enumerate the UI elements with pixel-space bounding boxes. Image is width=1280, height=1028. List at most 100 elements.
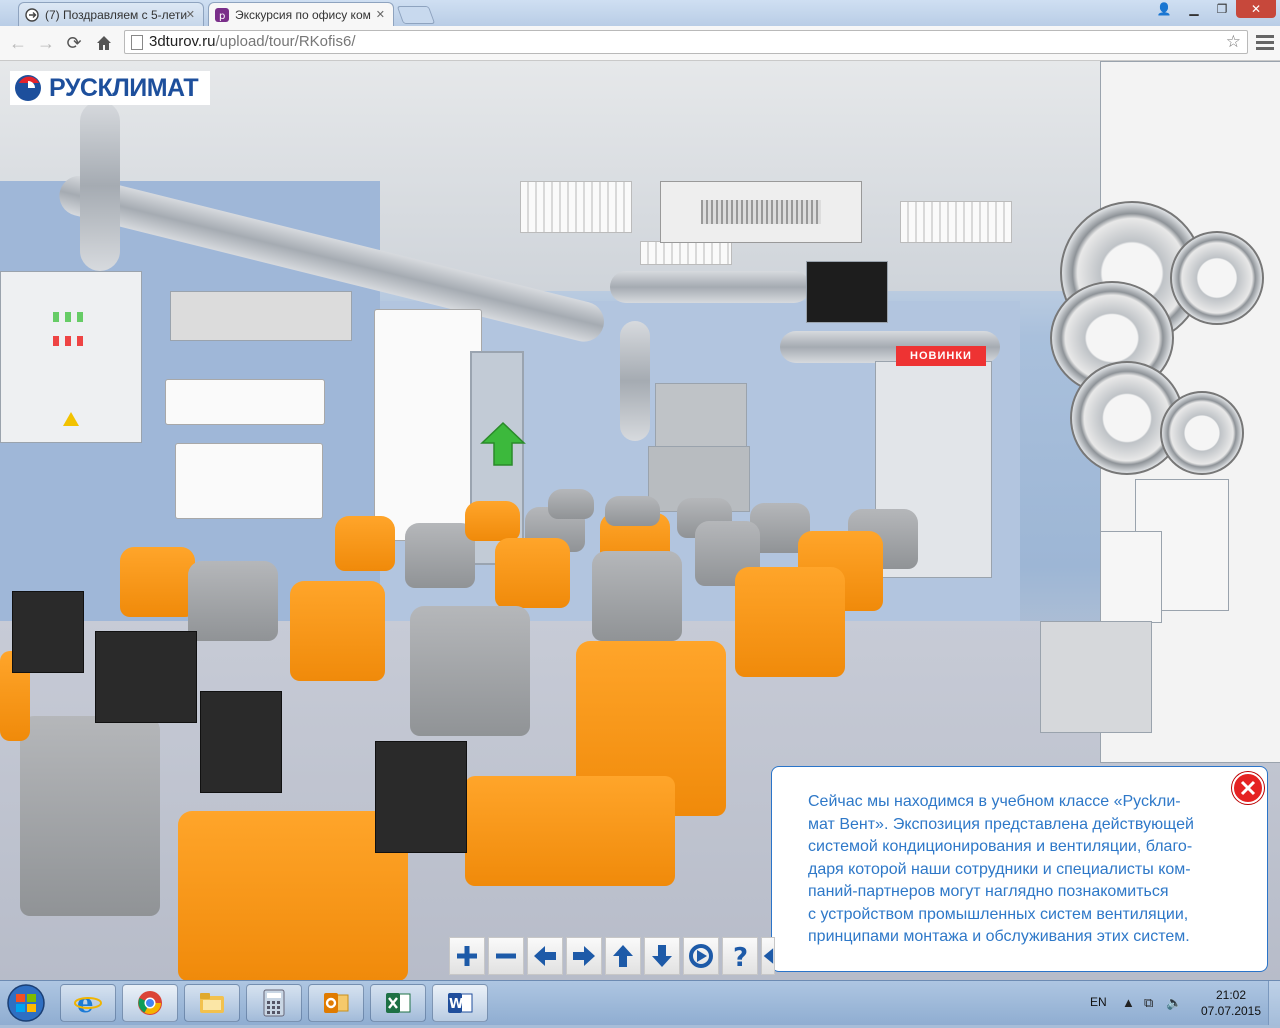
pan-up-button[interactable] [605, 937, 641, 975]
language-indicator[interactable]: EN [1090, 995, 1107, 1009]
info-line: паний-партнеров могут наглядно познакоми… [808, 883, 1169, 900]
ceiling-light [640, 241, 732, 265]
forward-button[interactable]: → [34, 31, 58, 55]
ventilation-unit [806, 261, 888, 323]
tab-title: (7) Поздравляем с 5-лети [45, 7, 188, 22]
chair [120, 547, 195, 617]
chair [548, 489, 594, 519]
logo-text: РУСКЛИМАТ [49, 73, 199, 102]
new-tab-button[interactable] [396, 6, 436, 24]
bookmark-star-icon[interactable]: ☆ [1226, 31, 1241, 53]
chair [20, 716, 160, 916]
chair-writing-tablet [200, 691, 282, 793]
back-button[interactable]: ← [6, 31, 30, 55]
chair [335, 516, 395, 571]
volume-icon[interactable]: 🔈 [1166, 995, 1182, 1011]
taskbar-excel[interactable] [370, 984, 426, 1022]
taskbar-internet-explorer[interactable]: e [60, 984, 116, 1022]
tab-tour[interactable]: p Экскурсия по офису ком ✕ [208, 2, 394, 26]
taskbar-outlook[interactable] [308, 984, 364, 1022]
info-line: системой кондиционирования и вентиляции,… [808, 838, 1193, 855]
home-button[interactable] [92, 31, 116, 55]
column-ac-unit [374, 309, 482, 541]
chair-writing-tablet [12, 591, 84, 673]
arrow-down-icon [652, 945, 672, 967]
close-icon[interactable]: ✕ [186, 8, 195, 21]
windows-logo-icon [7, 984, 45, 1022]
tour-controls: ? [449, 937, 775, 975]
info-close-button[interactable] [1232, 772, 1264, 804]
network-icon[interactable]: ⧉ [1144, 995, 1153, 1011]
clock[interactable]: 21:02 07.07.2015 [1196, 987, 1266, 1019]
novinki-badge: НОВИНКИ [896, 346, 986, 366]
minus-icon [496, 953, 516, 959]
user-icon[interactable]: 👤 [1150, 0, 1178, 18]
taskbar-calculator[interactable] [246, 984, 302, 1022]
chair-writing-tablet [95, 631, 197, 723]
svg-text:p: p [219, 11, 225, 22]
autorotate-button[interactable] [683, 937, 719, 975]
reload-button[interactable]: ⟳ [62, 31, 86, 55]
start-button[interactable] [4, 983, 52, 1023]
info-panel: Сейчас мы находимся в учебном классе «Ру… [771, 766, 1268, 972]
show-desktop-button[interactable] [1268, 981, 1280, 1025]
navigation-arrow-icon[interactable] [480, 421, 526, 469]
rotate-icon [689, 944, 713, 968]
globe-icon [25, 7, 39, 22]
pan-right-button[interactable] [566, 937, 602, 975]
floor-ac-unit [175, 443, 323, 519]
info-line: с устройством промышленных систем вентил… [808, 905, 1189, 923]
page-icon [131, 35, 143, 50]
help-icon: ? [733, 943, 748, 970]
air-handling-unit [655, 383, 747, 449]
close-icon [1240, 780, 1256, 796]
tab-facebook[interactable]: (7) Поздравляем с 5-лети ✕ [18, 2, 204, 26]
taskbar-word[interactable]: W [432, 984, 488, 1022]
minimize-button[interactable]: ▁ [1180, 0, 1208, 18]
chair [465, 501, 520, 541]
ruklimat-logo: РУСКЛИМАТ [10, 71, 210, 105]
svg-text:W: W [449, 997, 463, 1012]
word-icon: W [448, 993, 473, 1013]
address-bar[interactable]: 3dturov.ru/upload/tour/RKofis6/ ☆ [124, 30, 1248, 54]
chair [495, 538, 570, 608]
info-line: мат Вент». Экспозиция представлена дейст… [808, 815, 1194, 833]
clock-time: 21:02 [1215, 988, 1247, 1002]
taskbar-chrome[interactable] [122, 984, 178, 1022]
arrow-back-icon [763, 948, 774, 964]
panorama-viewport[interactable]: НОВИНКИ РУСКЛИМАТ Сейчас мы находимся в … [0, 61, 1280, 980]
chair [465, 776, 675, 886]
restore-button[interactable]: ❐ [1208, 0, 1236, 18]
tray-arrow-icon[interactable]: ▲ [1122, 995, 1135, 1010]
zoom-in-button[interactable] [449, 937, 485, 975]
info-line: даря которой наши сотрудники и специалис… [808, 860, 1191, 878]
ventilation-duct [80, 101, 120, 271]
home-icon [97, 36, 111, 50]
chair [290, 581, 385, 681]
zoom-out-button[interactable] [488, 937, 524, 975]
chair [410, 606, 530, 736]
pan-left-button[interactable] [527, 937, 563, 975]
split-ac-indoor-unit [165, 379, 325, 425]
exhaust-fan [1160, 391, 1244, 475]
calculator-icon [263, 989, 285, 1017]
chrome-menu-button[interactable] [1256, 32, 1274, 52]
pan-down-button[interactable] [644, 937, 680, 975]
ceiling-light [900, 201, 1012, 243]
info-text: Сейчас мы находимся в учебном классе «Ру… [808, 791, 1248, 949]
ceiling-light [520, 181, 632, 233]
chair [735, 567, 845, 677]
browser-toolbar: ← → ⟳ 3dturov.ru/upload/tour/RKofis6/ ☆ [0, 26, 1280, 61]
help-button[interactable]: ? [722, 937, 758, 975]
taskbar-file-explorer[interactable] [184, 984, 240, 1022]
chair [592, 551, 682, 641]
back-button-tour[interactable] [761, 937, 775, 975]
tab-title: Экскурсия по офису ком [235, 7, 371, 22]
ceiling-ac-unit [170, 291, 352, 341]
chair-writing-tablet [375, 741, 467, 853]
close-window-button[interactable]: ✕ [1236, 0, 1276, 18]
internet-explorer-icon: e [74, 989, 102, 1017]
clock-date: 07.07.2015 [1200, 1004, 1262, 1018]
close-icon[interactable]: ✕ [376, 8, 385, 21]
arrow-up-icon [613, 945, 633, 967]
